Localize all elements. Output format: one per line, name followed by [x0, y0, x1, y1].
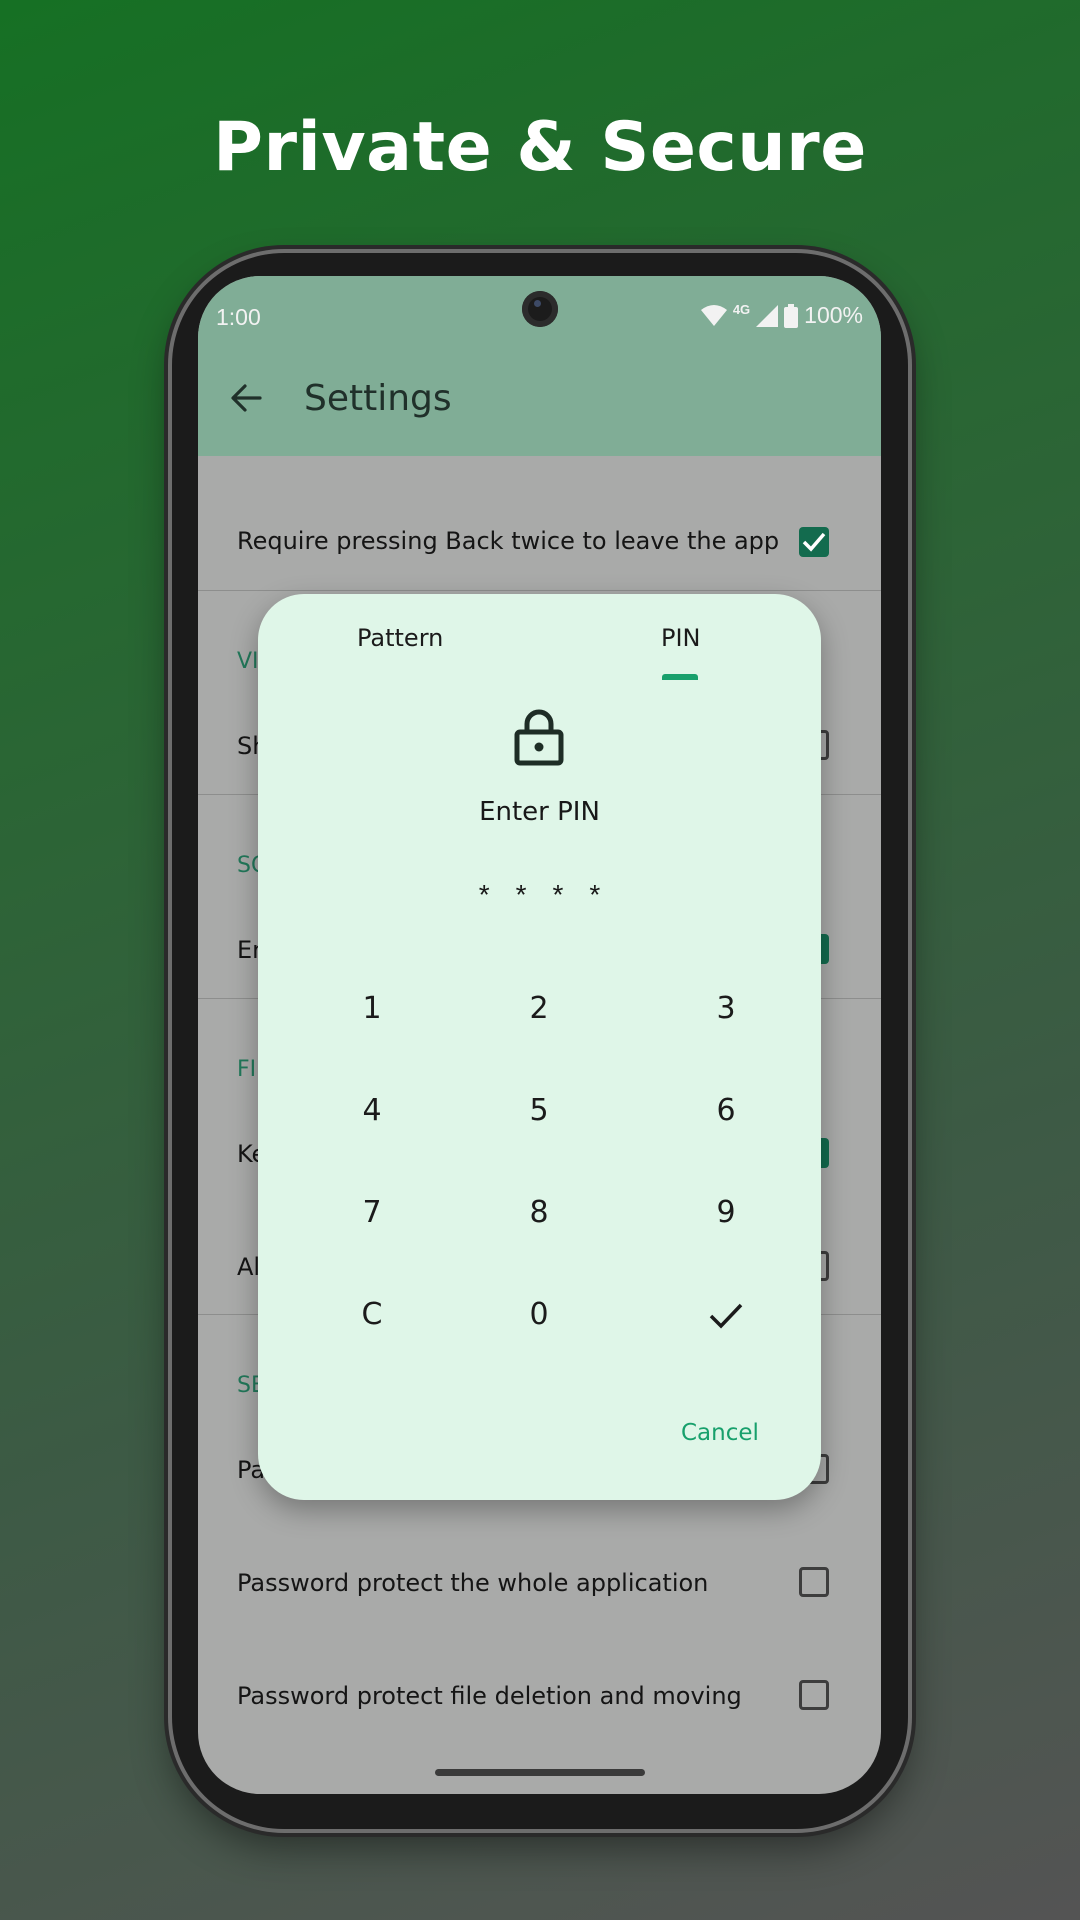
setting-label: Require pressing Back twice to leave the… [237, 527, 780, 555]
cancel-button[interactable]: Cancel [681, 1420, 759, 1446]
pin-prompt: Enter PIN [479, 797, 600, 827]
setting-label: Password protect the whole application [237, 1569, 709, 1597]
pin-mask: **** [478, 879, 627, 910]
battery-icon [784, 303, 799, 328]
check-icon [802, 532, 826, 552]
key-3[interactable]: 3 [656, 969, 796, 1049]
checkbox-unchecked[interactable] [799, 1567, 829, 1597]
lock-icon [514, 709, 564, 766]
tab-pattern[interactable]: Pattern [357, 624, 443, 652]
signal-icon [756, 304, 779, 327]
section-header: FI [237, 1057, 257, 1082]
page-title: Settings [304, 378, 452, 419]
confirm-button[interactable] [656, 1275, 796, 1355]
key-clear[interactable]: C [302, 1275, 442, 1355]
checkbox-unchecked[interactable] [799, 1680, 829, 1710]
key-8[interactable]: 8 [469, 1173, 609, 1253]
promo-headline: Private & Secure [213, 108, 867, 187]
gesture-navigation-bar[interactable] [435, 1769, 645, 1776]
setting-label: Al [237, 1253, 261, 1281]
status-icons: 4G 100% [700, 302, 863, 329]
section-header: VI [237, 649, 259, 674]
checkbox-checked[interactable] [799, 527, 829, 557]
battery-percent: 100% [804, 302, 863, 328]
key-4[interactable]: 4 [302, 1071, 442, 1151]
network-type: 4G [732, 302, 751, 317]
tab-pin[interactable]: PIN [661, 624, 701, 652]
key-6[interactable]: 6 [656, 1071, 796, 1151]
front-camera [522, 291, 558, 327]
pin-dialog: Pattern PIN Enter PIN **** 1 2 3 4 5 6 7… [258, 594, 821, 1500]
wifi-icon [700, 304, 727, 326]
key-5[interactable]: 5 [469, 1071, 609, 1151]
key-2[interactable]: 2 [469, 969, 609, 1049]
divider [198, 590, 881, 591]
setting-label: Password protect file deletion and movin… [237, 1682, 742, 1710]
key-1[interactable]: 1 [302, 969, 442, 1049]
status-time: 1:00 [216, 304, 261, 330]
arrow-back-icon[interactable] [230, 382, 262, 414]
key-0[interactable]: 0 [469, 1275, 609, 1355]
key-7[interactable]: 7 [302, 1173, 442, 1253]
tab-indicator [662, 674, 698, 680]
check-icon [709, 1303, 743, 1329]
key-9[interactable]: 9 [656, 1173, 796, 1253]
